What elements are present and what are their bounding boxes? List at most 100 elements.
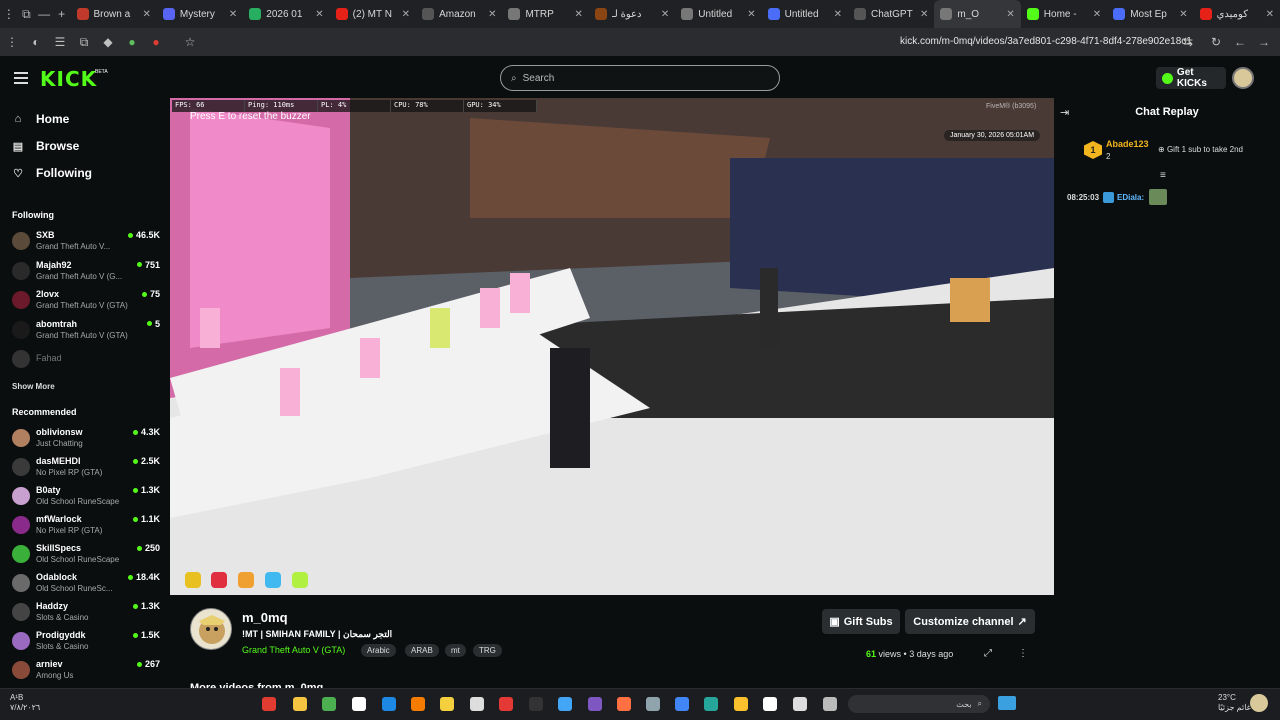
browser-tab[interactable]: دعوة لـ ✕ bbox=[589, 0, 675, 28]
tag-chip[interactable]: ARAB bbox=[405, 644, 439, 657]
show-more-link[interactable]: Show More bbox=[12, 382, 55, 391]
taskbar-app-icon[interactable] bbox=[352, 697, 366, 711]
browser-tab[interactable]: Untitled ✕ bbox=[675, 0, 761, 28]
browser-tab[interactable]: كوميدي ✕ bbox=[1194, 0, 1280, 28]
sidebar-channel[interactable]: SXB Grand Theft Auto V... 46.5K bbox=[12, 228, 160, 254]
taskbar-weather[interactable]: A¹B ٧/٨/٢٠٢٦ bbox=[10, 693, 40, 713]
taskbar-app-icon[interactable] bbox=[293, 697, 307, 711]
sidebar-channel[interactable]: mfWarlock No Pixel RP (GTA) 1.1K bbox=[12, 512, 160, 538]
gift-sub-prompt[interactable]: ⊕ Gift 1 sub to take 2nd bbox=[1158, 145, 1243, 154]
taskbar-app-icon[interactable] bbox=[529, 697, 543, 711]
sidebar-channel[interactable]: Prodigyddk Slots & Casino 1.5K bbox=[12, 628, 160, 654]
bookmark-star-icon[interactable]: ☆ bbox=[178, 28, 202, 56]
taskbar-app-icon[interactable] bbox=[793, 697, 807, 711]
close-tab-icon[interactable]: ✕ bbox=[1179, 9, 1187, 20]
sidebar-channel[interactable]: dasMEHDI No Pixel RP (GTA) 2.5K bbox=[12, 454, 160, 480]
browser-tab[interactable]: MTRP ✕ bbox=[502, 0, 588, 28]
taskbar-app-icon[interactable] bbox=[646, 697, 660, 711]
taskbar-app-icon[interactable] bbox=[440, 697, 454, 711]
more-icon[interactable]: ⋮ bbox=[0, 28, 24, 56]
chat-username[interactable]: EDiala: bbox=[1117, 193, 1144, 202]
search-input[interactable]: ⌕ Search bbox=[500, 65, 780, 91]
taskbar-app-icon[interactable] bbox=[734, 697, 748, 711]
taskbar-profile-icon[interactable] bbox=[1250, 694, 1268, 712]
close-tab-icon[interactable]: ✕ bbox=[920, 9, 928, 20]
browser-tab[interactable]: Home - ✕ bbox=[1021, 0, 1107, 28]
close-tab-icon[interactable]: ✕ bbox=[1006, 9, 1014, 20]
channel-name[interactable]: m_0mq bbox=[242, 610, 288, 625]
taskbar-search[interactable]: بحث ⌕ bbox=[848, 695, 990, 713]
tab-search-icon[interactable]: ⧉ bbox=[18, 0, 36, 28]
taskbar-app-icon[interactable] bbox=[411, 697, 425, 711]
taskbar-app-icon[interactable] bbox=[382, 697, 396, 711]
taskbar-clock[interactable]: 23°C غائم جزئيًا bbox=[1218, 693, 1251, 713]
browser-tab[interactable]: Amazon ✕ bbox=[416, 0, 502, 28]
browser-tab[interactable]: Untitled ✕ bbox=[762, 0, 848, 28]
forward-icon[interactable]: → bbox=[1252, 28, 1276, 56]
sidebar-channel[interactable]: B0aty Old School RuneScape 1.3K bbox=[12, 483, 160, 509]
extension-icon[interactable]: ⧉ bbox=[72, 28, 96, 56]
browser-tab[interactable]: Mystery ✕ bbox=[157, 0, 243, 28]
close-tab-icon[interactable]: ✕ bbox=[315, 9, 323, 20]
customize-channel-button[interactable]: Customize channel ↗ bbox=[905, 609, 1035, 634]
sidebar-channel[interactable]: SkillSpecs Old School RuneScape 250 bbox=[12, 541, 160, 567]
nav-following[interactable]: ♡ Following bbox=[12, 166, 92, 180]
close-tab-icon[interactable]: ✕ bbox=[747, 9, 755, 20]
taskbar-app-icon[interactable] bbox=[322, 697, 336, 711]
taskbar-app-icon[interactable] bbox=[617, 697, 631, 711]
tag-chip[interactable]: TRG bbox=[473, 644, 502, 657]
close-tab-icon[interactable]: ✕ bbox=[1266, 9, 1274, 20]
taskbar-app-icon[interactable] bbox=[763, 697, 777, 711]
pinned-icon[interactable]: ≡ bbox=[1160, 170, 1166, 181]
extension-icon[interactable]: ◐ bbox=[24, 28, 48, 56]
sidebar-channel[interactable]: oblivionsw Just Chatting 4.3K bbox=[12, 425, 160, 451]
extension-icon[interactable]: ◆ bbox=[96, 28, 120, 56]
taskbar-app-icon[interactable] bbox=[588, 697, 602, 711]
channel-avatar[interactable] bbox=[190, 608, 232, 650]
taskbar-app-icon[interactable] bbox=[675, 697, 689, 711]
browser-tab[interactable]: Brown a ✕ bbox=[71, 0, 157, 28]
more-options-icon[interactable]: ⋮ bbox=[1018, 648, 1028, 659]
sidebar-channel[interactable]: Odablock Old School RuneSc... 18.4K bbox=[12, 570, 160, 596]
taskbar-app-icon[interactable] bbox=[499, 697, 513, 711]
close-tab-icon[interactable]: ✕ bbox=[229, 9, 237, 20]
browser-tab[interactable]: (2) MT N ✕ bbox=[330, 0, 416, 28]
close-tab-icon[interactable]: ✕ bbox=[661, 9, 669, 20]
url-text[interactable]: kick.com/m-0mq/videos/3a7ed801-c298-4f71… bbox=[900, 36, 1192, 47]
taskbar-app-icon[interactable] bbox=[470, 697, 484, 711]
close-tab-icon[interactable]: ✕ bbox=[488, 9, 496, 20]
nav-home[interactable]: ⌂ Home bbox=[12, 112, 70, 126]
sidebar-channel[interactable]: 2lovx Grand Theft Auto V (GTA) 75 bbox=[12, 287, 160, 313]
browser-tab[interactable]: ChatGPT ✕ bbox=[848, 0, 934, 28]
close-tab-icon[interactable]: ✕ bbox=[834, 9, 842, 20]
back-icon[interactable]: ← bbox=[1228, 28, 1252, 56]
tag-chip[interactable]: Arabic bbox=[361, 644, 396, 657]
gift-subs-button[interactable]: ▣ Gift Subs bbox=[822, 609, 900, 634]
tab-menu-icon[interactable]: ⋮ bbox=[0, 0, 18, 28]
sidebar-channel[interactable]: Haddzy Slots & Casino 1.3K bbox=[12, 599, 160, 625]
sidebar-channel[interactable]: abomtrah Grand Theft Auto V (GTA) 5 bbox=[12, 317, 160, 343]
close-tab-icon[interactable]: ✕ bbox=[574, 9, 582, 20]
close-tab-icon[interactable]: ✕ bbox=[143, 9, 151, 20]
kick-logo[interactable]: KICK bbox=[40, 67, 97, 91]
extension-icon[interactable]: ● bbox=[120, 28, 144, 56]
game-category-link[interactable]: Grand Theft Auto V (GTA) bbox=[242, 645, 345, 655]
tag-chip[interactable]: mt bbox=[445, 644, 466, 657]
sidebar-channel[interactable]: Fahad bbox=[12, 346, 160, 372]
extension-icon[interactable]: ☰ bbox=[48, 28, 72, 56]
browser-tab[interactable]: 2026 01 ✕ bbox=[243, 0, 329, 28]
minimize-tab-icon[interactable]: — bbox=[35, 0, 53, 28]
taskbar-app-icon[interactable] bbox=[704, 697, 718, 711]
share-icon[interactable]: ⤢ bbox=[984, 648, 992, 659]
browser-tab[interactable]: m_O ✕ bbox=[934, 0, 1021, 28]
close-tab-icon[interactable]: ✕ bbox=[1093, 9, 1101, 20]
new-tab-icon[interactable]: + bbox=[53, 0, 71, 28]
user-avatar[interactable] bbox=[1232, 67, 1254, 89]
get-kicks-button[interactable]: Get KICKs bbox=[1156, 67, 1226, 89]
nav-browse[interactable]: ▤ Browse bbox=[12, 139, 80, 153]
taskbar-app-icon[interactable] bbox=[262, 697, 276, 711]
video-player[interactable] bbox=[170, 98, 1054, 595]
close-tab-icon[interactable]: ✕ bbox=[402, 9, 410, 20]
sidebar-channel[interactable]: Majah92 Grand Theft Auto V (G... 751 bbox=[12, 258, 160, 284]
hamburger-menu-icon[interactable] bbox=[14, 72, 28, 84]
